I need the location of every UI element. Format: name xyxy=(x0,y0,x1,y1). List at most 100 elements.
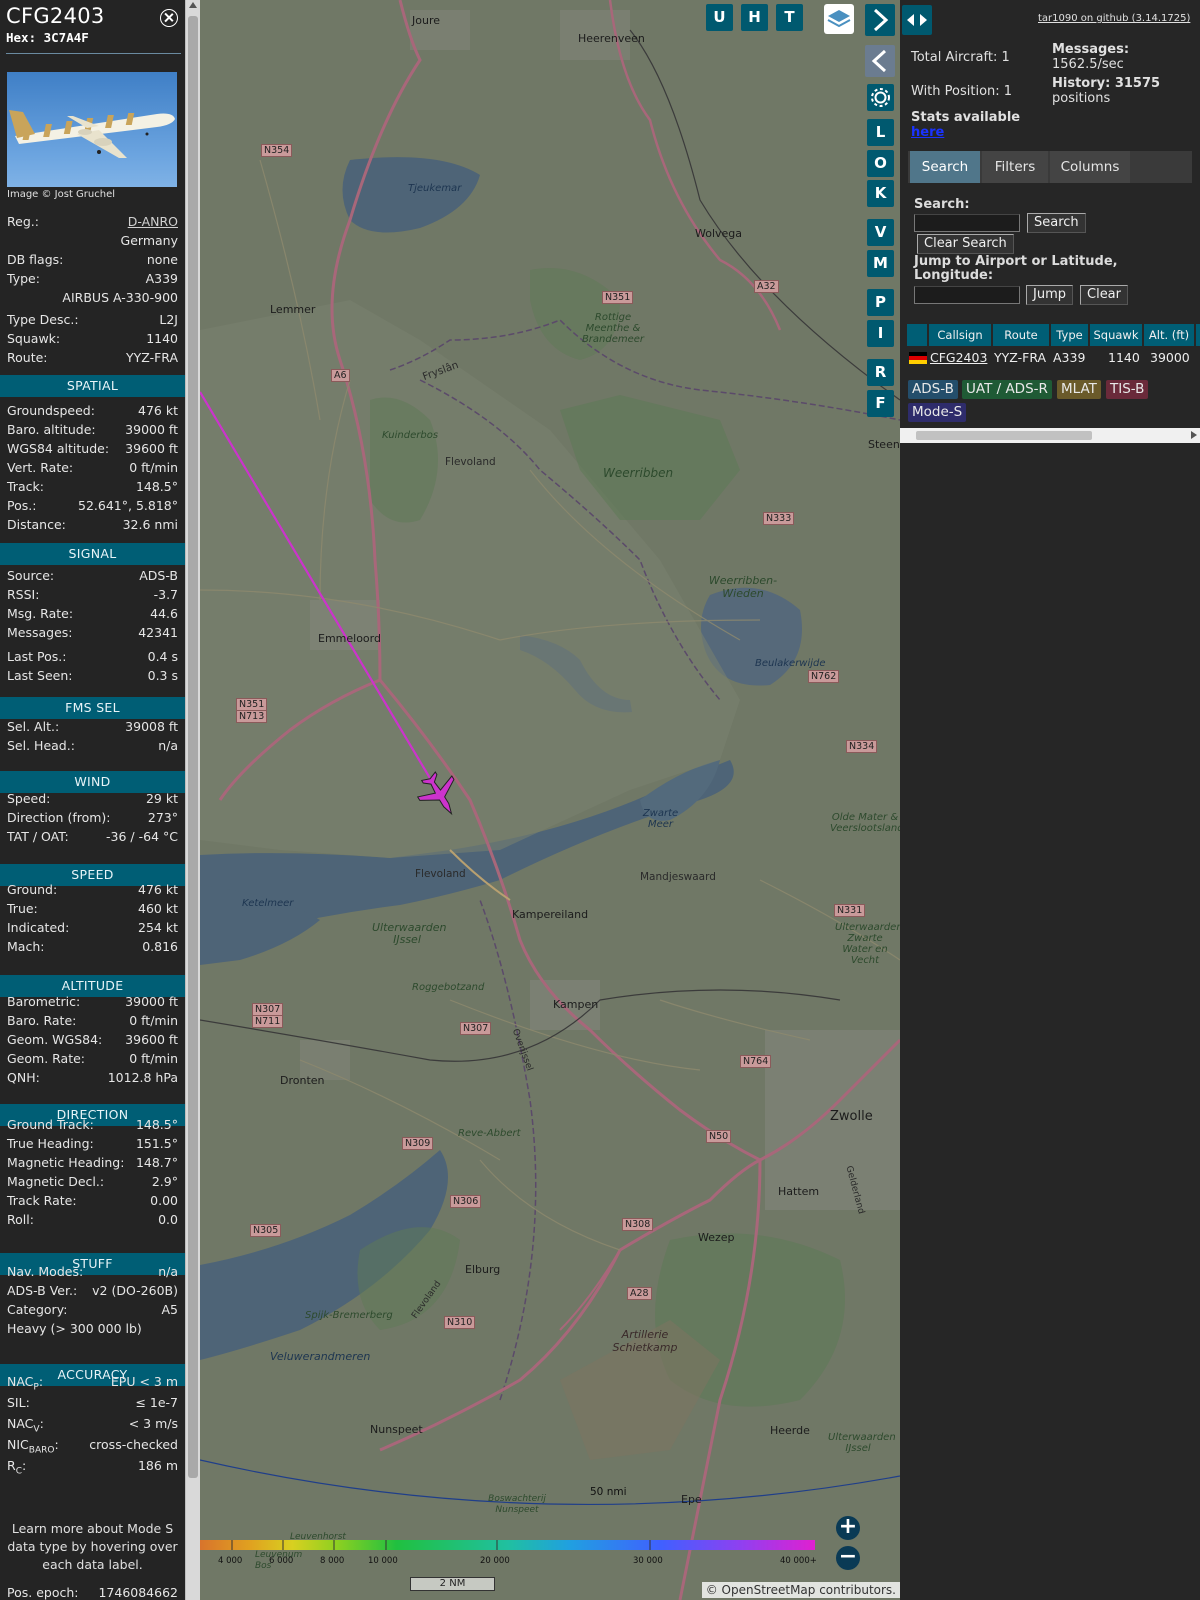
nature-label: Ulterwaarden Zwarte Water en Vecht xyxy=(835,922,900,966)
table-header-type[interactable]: Type xyxy=(1051,324,1088,346)
scale-bar: 2 NM xyxy=(410,1577,495,1591)
scroll-up-icon[interactable] xyxy=(189,2,197,8)
nature-label: Ulterwaarden IJssel xyxy=(828,1432,896,1454)
table-header-callsign[interactable]: Callsign xyxy=(929,324,991,346)
badge-tisb: TIS-B xyxy=(1106,380,1149,399)
signal-row: Msg. Rate: 44.6 xyxy=(7,606,178,621)
wind-row: TAT / OAT: -36 / -64 °C xyxy=(7,829,178,844)
place-label: Kampereiland xyxy=(512,908,589,921)
nature-label: Rottige Meenthe & Brandemeer xyxy=(581,312,645,345)
direction-row: True Heading: 151.5° xyxy=(7,1136,178,1151)
toggle-panel-button[interactable] xyxy=(902,5,932,35)
button-h[interactable]: H xyxy=(741,4,768,31)
tab-search[interactable]: Search xyxy=(910,151,980,183)
button-r[interactable]: R xyxy=(867,359,894,386)
place-label: Emmeloord xyxy=(318,632,381,645)
place-label: Heerde xyxy=(770,1424,810,1437)
jump-button[interactable]: Jump xyxy=(1026,285,1073,305)
table-horizontal-scrollbar[interactable] xyxy=(900,428,1200,443)
spatial-row: Distance: 32.6 nmi xyxy=(7,517,178,532)
layers-button[interactable] xyxy=(824,4,854,34)
water-label: Veluwerandmeren xyxy=(270,1350,371,1363)
spatial-row: WGS84 altitude: 39600 ft xyxy=(7,441,178,456)
registration-link[interactable]: D-ANRO xyxy=(128,212,178,231)
gear-icon xyxy=(871,88,890,107)
badge-uat-adsr: UAT / ADS-R xyxy=(962,380,1052,399)
row-type: A339 xyxy=(1053,350,1086,365)
legend-tick: 6 000 xyxy=(269,1556,294,1566)
wind-row: Speed: 29 kt xyxy=(7,791,178,806)
search-input[interactable] xyxy=(914,214,1020,232)
stats-here-link[interactable]: here xyxy=(911,125,944,140)
place-label: Hattem xyxy=(778,1185,820,1198)
scrollbar-thumb[interactable] xyxy=(916,431,1092,440)
nature-label: Weerribben-Wieden xyxy=(708,574,778,600)
header-divider xyxy=(6,53,181,54)
section-fms-sel[interactable]: FMS SEL xyxy=(0,697,185,719)
pos-epoch-row: Pos. epoch: 1746084662 xyxy=(7,1585,178,1600)
info-panel-scrollbar[interactable] xyxy=(185,0,200,1600)
signal-row: Last Pos.: 0.4 s xyxy=(7,649,178,664)
aircraft-info-panel: CFG2403 Hex: 3C7A4F Image © Jost Gruchel… xyxy=(0,0,185,1600)
road-shield: N309 xyxy=(402,1137,434,1150)
scrollbar-thumb[interactable] xyxy=(188,16,198,1478)
road-shield: N354 xyxy=(261,144,293,157)
water-label: Ketelmeer xyxy=(242,898,294,909)
route-row: Route: YYZ-FRA xyxy=(7,350,178,365)
close-icon[interactable] xyxy=(160,9,178,27)
map-view[interactable]: Joure Heerenveen Wolvega Lemmer Emmeloor… xyxy=(200,0,900,1600)
button-l[interactable]: L xyxy=(867,119,894,146)
search-button[interactable]: Search xyxy=(1027,213,1086,233)
scroll-right-icon[interactable] xyxy=(1191,431,1197,439)
accuracy-row: SIL: ≤ 1e-7 xyxy=(7,1395,178,1410)
github-link[interactable]: tar1090 on github (3.14.1725) xyxy=(1038,13,1190,24)
collapse-left-button[interactable] xyxy=(865,45,895,77)
button-o[interactable]: O xyxy=(867,150,894,177)
row-callsign[interactable]: CFG2403 xyxy=(930,348,987,368)
tab-columns[interactable]: Columns xyxy=(1050,151,1130,183)
type-full-row: AIRBUS A-330-900 xyxy=(62,290,178,305)
button-u[interactable]: U xyxy=(706,4,733,31)
clear-search-button[interactable]: Clear Search xyxy=(917,234,1014,254)
table-header-altitude[interactable]: Alt. (ft) xyxy=(1144,324,1194,346)
road-shield: A32 xyxy=(754,280,779,293)
button-v[interactable]: V xyxy=(867,219,894,246)
nature-label: Roggebotzand xyxy=(412,982,485,993)
spatial-row: Track: 148.5° xyxy=(7,479,178,494)
legend-tick: 8 000 xyxy=(320,1556,345,1566)
section-spatial[interactable]: SPATIAL xyxy=(0,375,185,397)
chevron-left-icon xyxy=(871,49,887,73)
tab-filters[interactable]: Filters xyxy=(982,151,1048,183)
direction-row: Track Rate: 0.00 xyxy=(7,1193,178,1208)
place-label: Mandjeswaard xyxy=(640,871,716,883)
button-t[interactable]: T xyxy=(776,4,803,31)
chevron-right-icon xyxy=(873,8,889,32)
button-f[interactable]: F xyxy=(867,390,894,417)
button-i[interactable]: I xyxy=(867,320,894,347)
map-attribution[interactable]: © OpenStreetMap contributors. xyxy=(701,1582,900,1598)
clear-jump-button[interactable]: Clear xyxy=(1080,285,1128,305)
table-header-flag[interactable] xyxy=(907,324,927,346)
nature-label: Artillerie Schietkamp xyxy=(612,1328,678,1354)
jump-input[interactable] xyxy=(914,286,1020,304)
direction-row: Magnetic Heading: 148.7° xyxy=(7,1155,178,1170)
zoom-in-button[interactable]: + xyxy=(836,1516,860,1540)
water-label: Tjeukemar xyxy=(408,183,462,194)
legend-tick: 4 000 xyxy=(218,1556,243,1566)
settings-button[interactable] xyxy=(867,84,894,111)
road-shield: N331 xyxy=(834,904,866,917)
button-p[interactable]: P xyxy=(867,289,894,316)
aircraft-photo[interactable] xyxy=(7,72,177,187)
section-signal[interactable]: SIGNAL xyxy=(0,543,185,565)
zoom-out-button[interactable]: − xyxy=(836,1546,860,1570)
road-shield: A6 xyxy=(331,369,350,382)
button-m[interactable]: M xyxy=(867,250,894,277)
button-k[interactable]: K xyxy=(867,180,894,207)
table-header-route[interactable]: Route xyxy=(993,324,1049,346)
spatial-row: Groundspeed: 476 kt xyxy=(7,403,178,418)
table-header-squawk[interactable]: Squawk xyxy=(1090,324,1142,346)
nature-label: Ulterwaarden IJssel xyxy=(372,921,447,946)
expand-right-button[interactable] xyxy=(865,4,895,36)
altitude-row: Geom. WGS84: 39600 ft xyxy=(7,1032,178,1047)
photo-credit: Image © Jost Gruchel xyxy=(7,189,116,200)
